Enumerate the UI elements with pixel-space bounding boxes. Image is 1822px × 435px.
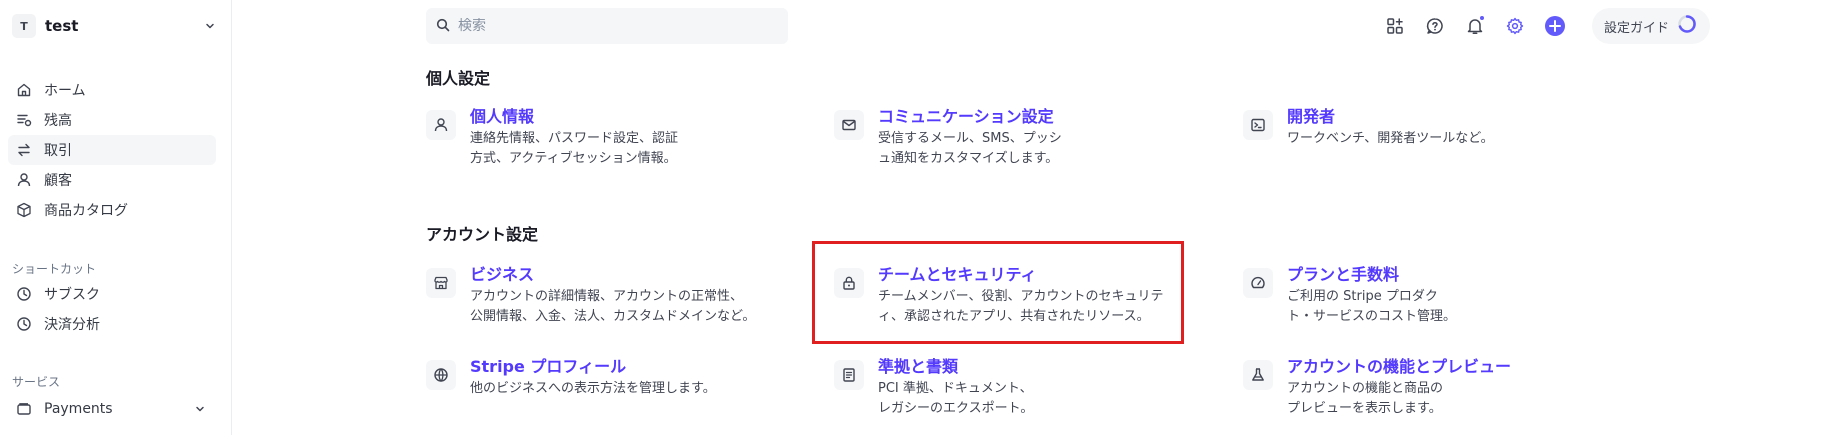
account-features-preview-link[interactable]: アカウントの機能とプレビュー	[1287, 356, 1511, 378]
card-description: アカウントの詳細情報、アカウントの正常性、 公開情報、入金、法人、カスタムドメイン…	[470, 289, 756, 324]
plans-fees-card[interactable]: プランと手数料 ご利用の Stripe プロダク ト・サービスのコスト管理。	[1243, 264, 1623, 327]
card-description: PCI 準拠、ドキュメント、 レガシーのエクスポート。	[878, 381, 1034, 416]
setup-guide-label: 設定ガイド	[1604, 20, 1670, 36]
communication-settings-card[interactable]: コミュニケーション設定 受信するメール、SMS、プッシ ュ通知をカスタマイズします…	[834, 106, 1214, 169]
sidebar-item-balance[interactable]: 残高	[8, 105, 216, 135]
document-icon	[834, 360, 864, 390]
gauge-icon	[1243, 268, 1273, 298]
transactions-icon	[14, 140, 34, 160]
account-name: test	[45, 17, 79, 35]
apps-icon[interactable]	[1381, 12, 1409, 40]
balance-icon	[14, 110, 34, 130]
card-description: 受信するメール、SMS、プッシ ュ通知をカスタマイズします。	[878, 131, 1062, 166]
sidebar-item-product-catalog[interactable]: 商品カタログ	[8, 195, 216, 225]
services-section-title: サービス	[12, 375, 61, 389]
card-description: ワークベンチ、開発者ツールなど。	[1287, 131, 1494, 146]
stripe-profile-card[interactable]: Stripe プロフィール 他のビジネスへの表示方法を管理します。	[426, 356, 806, 399]
create-plus-icon[interactable]	[1541, 12, 1569, 40]
top-icons	[1381, 12, 1581, 40]
personal-info-card[interactable]: 個人情報 連絡先情報、パスワード設定、認証 方式、アクティブセッション情報。	[426, 106, 806, 169]
account-avatar: T	[12, 14, 36, 38]
plans-fees-link[interactable]: プランと手数料	[1287, 264, 1456, 286]
stripe-profile-link[interactable]: Stripe プロフィール	[470, 356, 716, 378]
business-card[interactable]: ビジネス アカウントの詳細情報、アカウントの正常性、 公開情報、入金、法人、カスタ…	[426, 264, 806, 327]
sidebar-item-payments[interactable]: Payments	[8, 394, 216, 424]
user-icon	[426, 110, 456, 140]
highlight-annotation-box	[812, 241, 1184, 344]
developers-link[interactable]: 開発者	[1287, 106, 1494, 128]
search-input[interactable]	[458, 18, 758, 34]
terminal-icon	[1243, 110, 1273, 140]
card-description: アカウントの機能と商品の プレビューを表示します。	[1287, 381, 1444, 416]
shortcuts-section-title: ショートカット	[12, 262, 97, 276]
sidebar-item-customers[interactable]: 顧客	[8, 165, 216, 195]
account-features-preview-card[interactable]: アカウントの機能とプレビュー アカウントの機能と商品の プレビューを表示します。	[1243, 356, 1623, 419]
business-link[interactable]: ビジネス	[470, 264, 755, 286]
sidebar-item-transactions[interactable]: 取引	[8, 135, 216, 165]
gear-icon[interactable]	[1501, 12, 1529, 40]
home-icon	[14, 80, 34, 100]
setup-guide-button[interactable]: 設定ガイド	[1592, 8, 1710, 44]
sidebar-item-label: 決済分析	[44, 317, 100, 333]
sidebar-item-label: 残高	[44, 113, 72, 129]
personal-settings-heading: 個人設定	[426, 69, 491, 88]
sidebar-item-label: サブスク	[44, 287, 100, 303]
clock-icon	[14, 284, 34, 304]
help-icon[interactable]	[1421, 12, 1449, 40]
account-switcher[interactable]: T test	[12, 12, 218, 40]
card-description: 他のビジネスへの表示方法を管理します。	[470, 381, 716, 396]
chevron-down-icon	[202, 18, 218, 34]
store-icon	[426, 268, 456, 298]
sidebar-item-label: 取引	[44, 143, 72, 159]
sidebar-item-label: ホーム	[44, 83, 86, 99]
account-settings-heading: アカウント設定	[426, 225, 539, 244]
clock-icon	[14, 314, 34, 334]
search-bar[interactable]	[426, 8, 788, 44]
communication-settings-link[interactable]: コミュニケーション設定	[878, 106, 1062, 128]
compliance-documents-card[interactable]: 準拠と書類 PCI 準拠、ドキュメント、 レガシーのエクスポート。	[834, 356, 1214, 419]
globe-icon	[426, 360, 456, 390]
sidebar-item-subscriptions[interactable]: サブスク	[8, 279, 216, 309]
card-description: ご利用の Stripe プロダク ト・サービスのコスト管理。	[1287, 289, 1457, 324]
notification-dot	[1479, 15, 1485, 21]
compliance-documents-link[interactable]: 準拠と書類	[878, 356, 1033, 378]
main-nav: ホーム 残高 取引 顧客 商品カタログ	[8, 75, 216, 225]
shortcuts-nav: サブスク 決済分析	[8, 279, 216, 339]
sidebar-item-label: Payments	[44, 401, 113, 417]
sidebar-item-home[interactable]: ホーム	[8, 75, 216, 105]
services-nav: Payments	[8, 394, 216, 424]
progress-ring-icon	[1677, 14, 1697, 38]
product-catalog-icon	[14, 200, 34, 220]
developers-card[interactable]: 開発者 ワークベンチ、開発者ツールなど。	[1243, 106, 1623, 149]
wallet-icon	[14, 399, 34, 419]
personal-info-link[interactable]: 個人情報	[470, 106, 678, 128]
sidebar-item-label: 顧客	[44, 173, 72, 189]
sidebar: T test ホーム 残高 取引 顧客 商品カタログ ショートカット サブスク …	[0, 0, 232, 435]
customer-icon	[14, 170, 34, 190]
notification-bell-icon[interactable]	[1461, 12, 1489, 40]
chevron-down-icon	[192, 401, 208, 417]
sidebar-item-label: 商品カタログ	[44, 203, 128, 219]
sidebar-item-payment-analytics[interactable]: 決済分析	[8, 309, 216, 339]
search-icon	[436, 17, 450, 36]
flask-icon	[1243, 360, 1273, 390]
card-description: 連絡先情報、パスワード設定、認証 方式、アクティブセッション情報。	[470, 131, 679, 166]
mail-icon	[834, 110, 864, 140]
